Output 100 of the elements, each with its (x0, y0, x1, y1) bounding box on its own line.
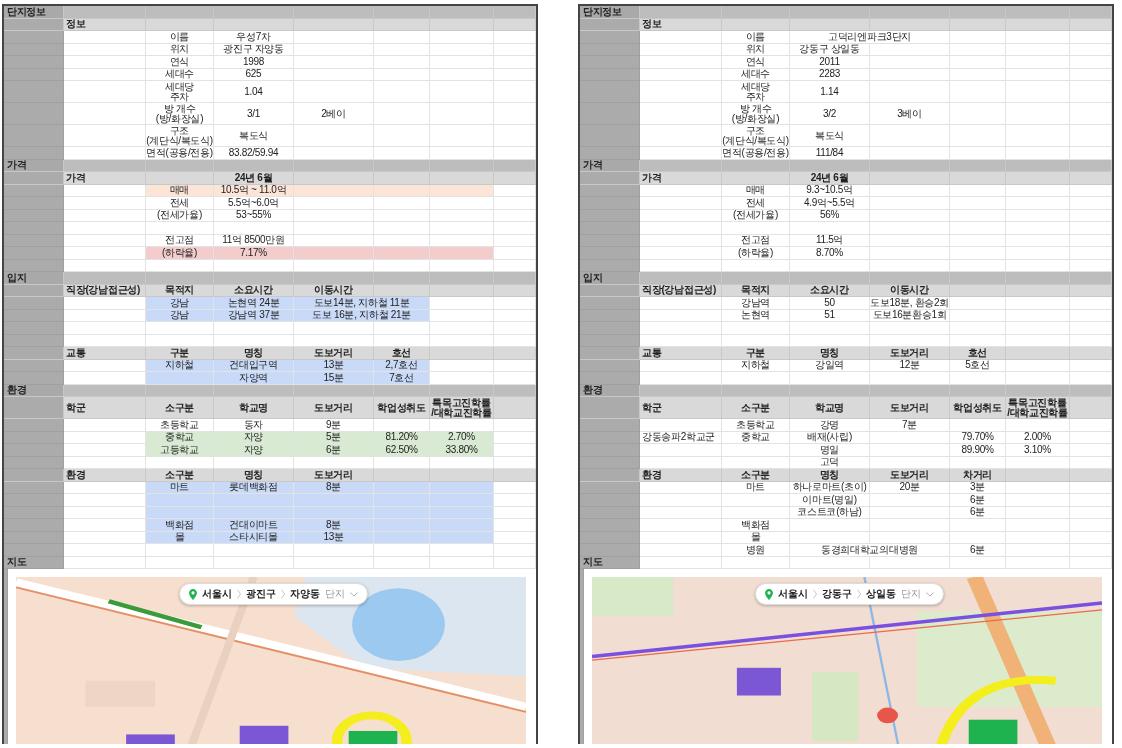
table-cell: 1998 (214, 56, 294, 69)
row-header-cell (4, 81, 64, 103)
table-cell: 구분 (146, 347, 214, 360)
table-cell: 명칭 (214, 347, 294, 360)
table-cell: 도보거리 (294, 347, 374, 360)
row-label: 단지정보 (4, 6, 64, 19)
table-cell: 동자 (214, 419, 294, 432)
table-cell: 강남 (146, 297, 214, 310)
row-header-cell (580, 297, 640, 310)
breadcrumb-link[interactable]: 서울시 (778, 587, 809, 601)
row-header-cell (580, 397, 640, 419)
breadcrumb-link[interactable]: 광진구 (246, 587, 277, 601)
row-header-cell (580, 197, 640, 210)
chevron-icon (281, 589, 286, 599)
table-cell: 직장(강남접근성) (64, 284, 146, 297)
table-cell: 소구분 (146, 469, 214, 482)
table-cell: 논현역 (722, 309, 790, 322)
table-cell: 명일 (790, 444, 870, 457)
table-cell: 2베이 (294, 103, 374, 125)
table-cell: 동경희대학교의대병원 (790, 544, 950, 557)
table-cell: 625 (214, 68, 294, 81)
row-header-cell (580, 469, 640, 482)
table-cell: 초등학교 (722, 419, 790, 432)
table-cell: 8분 (294, 519, 374, 532)
map-pin-icon (765, 588, 774, 600)
table-cell: 차거리 (950, 469, 1006, 482)
table-cell: 5호선 (950, 359, 1006, 372)
table-cell: 전세 (722, 197, 790, 210)
table-cell: 이름 (722, 31, 790, 44)
table-cell: 53~55% (214, 209, 294, 222)
table-cell: 56% (790, 209, 870, 222)
row-header-cell (4, 397, 64, 419)
row-header-cell (580, 494, 640, 507)
table-cell: 초등학교 (146, 419, 214, 432)
breadcrumb-link[interactable]: 자양동 (290, 587, 321, 601)
table-cell: 9분 (294, 419, 374, 432)
table-cell: 7분 (870, 419, 950, 432)
caret-icon (926, 591, 935, 597)
table-cell: 자양역 (214, 372, 294, 385)
table-cell: 방 개수 (방/화장실) (146, 103, 214, 125)
row-header-cell (580, 56, 640, 69)
table-cell: 50 (790, 297, 870, 310)
table-cell: 전세 (146, 197, 214, 210)
row-header-cell (580, 519, 640, 532)
row-header-cell (580, 81, 640, 103)
table-cell: 배재(사립) (790, 431, 870, 444)
table-cell: 학업성취도 (950, 397, 1006, 419)
table-cell: 9.3~10.5억 (790, 184, 870, 197)
table-cell: 특목고진학률 /대학교진학률 (1006, 397, 1070, 419)
table-cell: 강명 (790, 419, 870, 432)
row-label: 단지정보 (580, 6, 640, 19)
table-cell: 정보 (64, 18, 146, 31)
breadcrumb-link[interactable]: 상일동 (866, 587, 897, 601)
table-cell: 3베이 (870, 103, 950, 125)
table-cell: 33.80% (430, 444, 494, 457)
row-header-cell (4, 322, 64, 335)
row-header-cell (4, 519, 64, 532)
table-cell: 연식 (722, 56, 790, 69)
table-cell: 매매 (722, 184, 790, 197)
table-cell: 24년 6월 (214, 172, 294, 185)
table-cell: 24년 6월 (790, 172, 870, 185)
row-header-cell (4, 247, 64, 260)
table-cell: 구조 (계단식/복도식) (722, 125, 790, 147)
row-header-cell (4, 31, 64, 44)
row-header-cell (4, 103, 64, 125)
table-cell: (전세가율) (722, 209, 790, 222)
table-cell: 몰 (722, 531, 790, 544)
row-header-cell (580, 31, 640, 44)
table-cell: 하나로마트(초이) (790, 481, 870, 494)
table-cell: 강동구 상일동 (790, 43, 870, 56)
row-header-cell (580, 125, 640, 147)
table-cell: 학교명 (214, 397, 294, 419)
table-cell: 명칭 (790, 469, 870, 482)
table-cell: 3분 (950, 481, 1006, 494)
table-cell: 도보거리 (870, 347, 950, 360)
table-cell: 명칭 (214, 469, 294, 482)
table-cell: 7호선 (374, 372, 430, 385)
row-header-cell (4, 494, 64, 507)
breadcrumb-link[interactable]: 서울시 (202, 587, 233, 601)
row-header-cell (580, 444, 640, 457)
table-cell: 면적(공용/전용) (146, 147, 214, 160)
table-cell: 환경 (640, 469, 722, 482)
row-header-cell (580, 172, 640, 185)
table-cell: 도보거리 (870, 397, 950, 419)
table-cell: 1.04 (214, 81, 294, 103)
row-header-cell (580, 419, 640, 432)
table-cell: 면적(공용/전용) (722, 147, 790, 160)
row-header-cell (4, 347, 64, 360)
table-cell: 12분 (870, 359, 950, 372)
table-cell: 구조 (계단식/복도식) (146, 125, 214, 147)
table-cell: 15분 (294, 372, 374, 385)
row-header-cell (4, 125, 64, 147)
table-cell: 명칭 (790, 347, 870, 360)
table-cell: 11.5억 (790, 234, 870, 247)
table-cell: 5.5억~6.0억 (214, 197, 294, 210)
row-header-cell (4, 469, 64, 482)
table-cell: 강남역 (722, 297, 790, 310)
breadcrumb-link[interactable]: 강동구 (822, 587, 853, 601)
table-cell: 6분 (950, 544, 1006, 557)
table-cell: 83.82/59.94 (214, 147, 294, 160)
